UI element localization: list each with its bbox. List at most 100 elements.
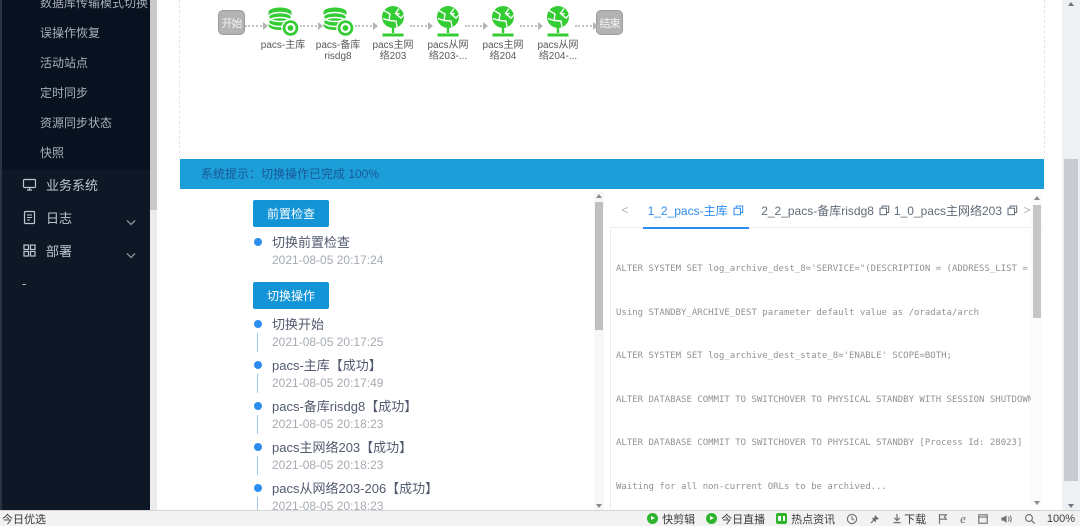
timeline-item: pacs从网络203-206【成功】 2021-08-05 20:18:23 (253, 480, 594, 510)
log-tab-bar: < 1_2_pacs-主库 2_2_pacs-备库risdg8 (610, 192, 1044, 228)
timeline-item-title: pacs-备库risdg8【成功】 (272, 398, 594, 415)
flow-node-pacs-primary-net-203[interactable]: pacs主网络203 (376, 5, 410, 62)
news-icon (776, 513, 787, 524)
timeline-item-title: 切换前置检查 (272, 234, 594, 251)
timeline-item: pacs-主库【成功】 2021-08-05 20:17:49 (253, 357, 594, 391)
flow-node-pacs-primary-db[interactable]: pacs-主库 (266, 5, 300, 51)
sidebar-item-resource-sync-status[interactable]: 资源同步状态 (2, 108, 150, 138)
scroll-up-icon[interactable] (1031, 194, 1042, 203)
sidebar-scrollbar (150, 0, 157, 510)
flow-node-pacs-secondary-net-203[interactable]: pacs从网络203-... (431, 5, 465, 62)
timeline-item-title: pacs-主库【成功】 (272, 357, 594, 374)
flow-connector (410, 25, 431, 27)
timeline-item-title: 切换开始 (272, 316, 594, 333)
network-icon (486, 5, 520, 39)
flow-end-node[interactable]: 结束 (596, 10, 623, 35)
sidebar-item-scheduled-sync[interactable]: 定时同步 (2, 78, 150, 108)
copy-icon[interactable] (1007, 205, 1018, 216)
history-icon[interactable] (846, 513, 858, 525)
network-icon (541, 5, 575, 39)
browser-taskbar: 今日优选 快剪辑 今日直播 热点资讯 下载 (0, 510, 1080, 526)
sidebar-item-dash[interactable]: - (2, 267, 150, 300)
scroll-down-icon[interactable] (594, 501, 604, 510)
taskbar-app-label: 今日直播 (721, 511, 765, 526)
sidebar-item-misoperation-recovery[interactable]: 误操作恢复 (2, 18, 150, 48)
zoom-level[interactable]: 100% (1047, 513, 1075, 525)
log-line: ALTER SYSTEM SET log_archive_dest_8='SER… (616, 262, 1031, 277)
ie-browser-icon[interactable]: e (960, 513, 966, 524)
window-icon[interactable] (977, 513, 989, 525)
flow-node-label: pacs从网络203-... (427, 40, 468, 62)
flow-node-label: pacs主网络204 (482, 40, 523, 62)
copy-icon[interactable] (879, 205, 890, 216)
tab-pacs-primary-db[interactable]: 1_2_pacs-主库 (632, 192, 759, 228)
tab-label: 1_2_pacs-主库 (648, 202, 728, 219)
today-live-button[interactable]: 今日直播 (706, 511, 765, 526)
grid-icon (22, 243, 37, 258)
timeline-item-time: 2021-08-05 20:18:23 (272, 457, 594, 473)
flow-node-pacs-primary-net-204[interactable]: pacs主网络204 (486, 5, 520, 62)
taskbar-app-label: 快剪辑 (662, 511, 695, 526)
flow-connector (300, 25, 321, 27)
flag-icon[interactable] (937, 513, 949, 525)
flow-node-pacs-standby-db[interactable]: pacs-备库risdg8 (321, 5, 355, 62)
taskbar-left-label[interactable]: 今日优选 (2, 511, 46, 526)
pin-icon[interactable] (869, 513, 881, 525)
timeline-item-title: pacs从网络203-206【成功】 (272, 480, 594, 497)
network-icon (431, 5, 465, 39)
download-button[interactable]: 下载 (892, 511, 926, 526)
log-scrollbar-thumb[interactable] (1033, 205, 1041, 318)
sidebar-item-label: 部署 (46, 241, 72, 260)
scroll-up-icon[interactable] (1062, 0, 1080, 9)
system-status-bar: 系统提示：切换操作已完成 100% (180, 159, 1044, 189)
sidebar-item-business-system[interactable]: 业务系统 (2, 168, 150, 201)
scroll-down-icon[interactable] (1031, 498, 1042, 507)
sidebar-item-snapshot[interactable]: 快照 (2, 138, 150, 168)
scroll-down-icon[interactable] (1062, 501, 1080, 510)
tab-scroll-left-icon[interactable]: < (618, 203, 632, 217)
play-circle-icon (647, 513, 658, 524)
timeline-connector (257, 415, 258, 434)
timeline-dot-icon (254, 484, 262, 492)
switchover-flow-canvas: 开始 pacs-主库 pacs-备库risdg8 pacs主 (179, 0, 1045, 159)
copy-icon[interactable] (733, 205, 744, 216)
flow-start-node[interactable]: 开始 (218, 10, 245, 35)
app-window: 数据库传输模式切换 误操作恢复 活动站点 定时同步 资源同步状态 快照 业务系统… (0, 0, 1080, 526)
timeline-group-switchover: 切换操作 切换开始 2021-08-05 20:17:25 pacs-主库【成功… (253, 282, 594, 510)
document-icon (22, 210, 37, 225)
page-scrollbar-thumb[interactable] (1064, 159, 1078, 481)
sidebar-menu: 业务系统 日志 部署 - (2, 168, 150, 300)
timeline-dot-icon (254, 443, 262, 451)
flow-node-label: pacs主网络203 (372, 40, 413, 62)
switchover-badge-button[interactable]: 切换操作 (253, 282, 329, 309)
flow-row: 开始 pacs-主库 pacs-备库risdg8 pacs主 (218, 5, 623, 62)
sidebar-item-deploy[interactable]: 部署 (2, 234, 150, 267)
timeline-item-time: 2021-08-05 20:17:25 (272, 334, 594, 350)
magnifier-icon[interactable] (1024, 513, 1036, 525)
tab-pacs-primary-net-203[interactable]: 1_0_pacs主网络203 (892, 192, 1020, 228)
timeline-item: pacs主网络203【成功】 2021-08-05 20:18:23 (253, 439, 594, 473)
timeline-scrollbar-thumb[interactable] (595, 202, 603, 330)
sidebar-item-logs[interactable]: 日志 (2, 201, 150, 234)
sidebar-item-label: - (22, 276, 26, 291)
flow-connector (245, 25, 266, 27)
timeline-group-precheck: 前置检查 切换前置检查 2021-08-05 20:17:24 (253, 200, 594, 268)
speaker-icon[interactable] (1000, 513, 1013, 525)
sidebar-scrollbar-thumb[interactable] (150, 0, 157, 210)
flow-node-pacs-secondary-net-204[interactable]: pacs从网络204-... (541, 5, 575, 62)
quick-clip-button[interactable]: 快剪辑 (647, 511, 695, 526)
sidebar-item-active-site[interactable]: 活动站点 (2, 48, 150, 78)
tab-pacs-standby-db[interactable]: 2_2_pacs-备库risdg8 (759, 192, 892, 228)
flow-node-label: pacs-备库risdg8 (316, 40, 360, 62)
sidebar-item-db-transfer-mode[interactable]: 数据库传输模式切换 (2, 0, 150, 18)
precheck-badge-button[interactable]: 前置检查 (253, 200, 329, 227)
flow-node-label: pacs从网络204-... (537, 40, 578, 62)
monitor-icon (22, 177, 37, 192)
log-line: ALTER SYSTEM SET log_archive_dest_state_… (616, 349, 1031, 364)
hot-news-button[interactable]: 热点资讯 (776, 511, 835, 526)
timeline-panel: 前置检查 切换前置检查 2021-08-05 20:17:24 切换操作 切换开… (180, 192, 594, 510)
scroll-up-icon[interactable] (594, 192, 604, 201)
database-icon (321, 5, 355, 39)
sidebar-item-label: 业务系统 (46, 175, 98, 194)
play-circle-icon (706, 513, 717, 524)
